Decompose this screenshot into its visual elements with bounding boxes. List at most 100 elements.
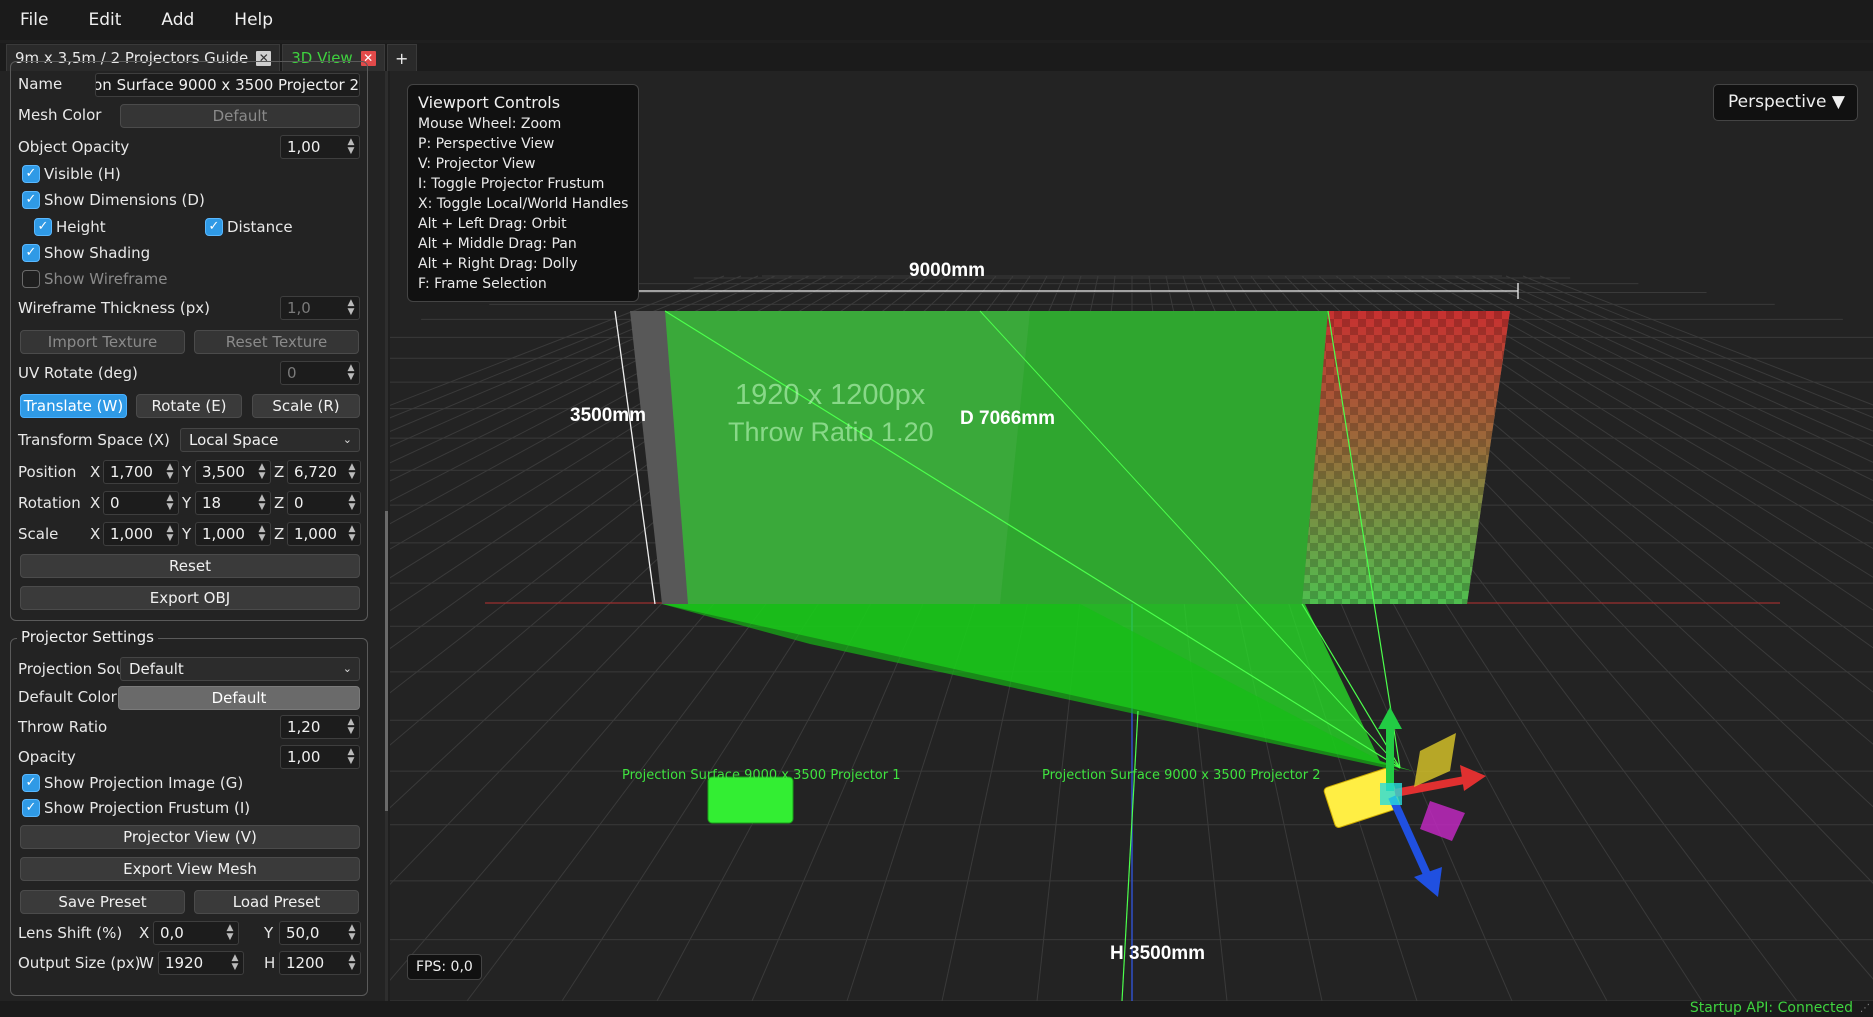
scale-button[interactable]: Scale (R) bbox=[252, 394, 360, 418]
spin-arrows-icon[interactable]: ▲ ▼ bbox=[347, 494, 357, 512]
projector-view-button[interactable]: Projector View (V) bbox=[20, 825, 360, 849]
scale-z-input[interactable]: 1,000 ▲ ▼ bbox=[287, 522, 361, 546]
show-projection-image-checkbox[interactable]: ✓ bbox=[22, 774, 40, 792]
mesh-color-button[interactable]: Default bbox=[120, 104, 360, 128]
distance-checkbox[interactable]: ✓ bbox=[205, 218, 223, 236]
spin-arrows-icon[interactable]: ▲ ▼ bbox=[165, 525, 175, 543]
projector-opacity-input[interactable]: 1,00 ▲ ▼ bbox=[280, 745, 360, 769]
spin-arrows-icon[interactable]: ▲ ▼ bbox=[257, 463, 267, 481]
projector-opacity-value: 1,00 bbox=[287, 748, 321, 766]
uv-rotate-input[interactable]: 0 ▲ ▼ bbox=[280, 361, 360, 385]
load-preset-button[interactable]: Load Preset bbox=[194, 890, 359, 914]
grid-line bbox=[1505, 275, 1873, 432]
projector-1-body[interactable] bbox=[707, 776, 794, 824]
spin-arrows-icon[interactable]: ▲ ▼ bbox=[346, 138, 356, 156]
spin-arrows-icon[interactable]: ▲ ▼ bbox=[230, 954, 240, 972]
spin-arrows-icon[interactable]: ▲ ▼ bbox=[165, 494, 175, 512]
spin-arrows-icon[interactable]: ▲ ▼ bbox=[225, 924, 235, 942]
export-obj-button[interactable]: Export OBJ bbox=[20, 586, 360, 610]
lens-shift-x-value: 0,0 bbox=[160, 924, 184, 942]
spin-arrows-icon[interactable]: ▲ ▼ bbox=[347, 525, 357, 543]
gizmo-x-axis[interactable] bbox=[1394, 775, 1471, 797]
output-h-label: H bbox=[264, 954, 276, 972]
resize-grip-icon[interactable]: ⋰ bbox=[1860, 1003, 1870, 1014]
rotation-z-input[interactable]: 0 ▲ ▼ bbox=[287, 491, 361, 515]
throw-ratio-label: Throw Ratio bbox=[18, 718, 108, 736]
show-dimensions-label: Show Dimensions (D) bbox=[44, 191, 205, 209]
output-height-input[interactable]: 1200 ▲ ▼ bbox=[279, 951, 361, 975]
reset-texture-button[interactable]: Reset Texture bbox=[194, 330, 359, 354]
spin-arrows-icon[interactable]: ▲ ▼ bbox=[346, 364, 356, 382]
scrollbar-thumb[interactable] bbox=[385, 511, 388, 811]
gizmo-xz-plane[interactable] bbox=[1420, 801, 1465, 841]
default-color-button[interactable]: Default bbox=[118, 686, 360, 710]
object-opacity-value: 1,00 bbox=[287, 138, 321, 156]
perspective-dropdown[interactable]: Perspective ▼ bbox=[1713, 84, 1858, 121]
position-y-input[interactable]: 3,500 ▲ ▼ bbox=[195, 460, 271, 484]
spin-arrows-icon[interactable]: ▲ ▼ bbox=[347, 463, 357, 481]
menu-help[interactable]: Help bbox=[214, 0, 293, 40]
gizmo-y-arrow[interactable] bbox=[1378, 707, 1402, 729]
axis-x-label: X bbox=[90, 494, 101, 512]
output-w-label: W bbox=[139, 954, 154, 972]
name-input[interactable]: Projection Surface 9000 x 3500 Projector… bbox=[95, 73, 360, 97]
projection-source-dropdown[interactable]: Default ⌄ bbox=[120, 657, 360, 681]
default-color-label: Default Color bbox=[18, 688, 117, 706]
throw-ratio-input[interactable]: 1,20 ▲ ▼ bbox=[280, 715, 360, 739]
save-preset-button[interactable]: Save Preset bbox=[20, 890, 185, 914]
spin-arrows-icon[interactable]: ▲ ▼ bbox=[257, 494, 267, 512]
height-label: Height bbox=[56, 218, 106, 236]
output-width-input[interactable]: 1920 ▲ ▼ bbox=[158, 951, 244, 975]
control-hint: Alt + Middle Drag: Pan bbox=[418, 236, 577, 252]
properties-panel: Name Projection Surface 9000 x 3500 Proj… bbox=[0, 61, 388, 1001]
wire-thickness-input[interactable]: 1,0 ▲ ▼ bbox=[280, 296, 360, 320]
scale-x-input[interactable]: 1,000 ▲ ▼ bbox=[103, 522, 179, 546]
show-wireframe-checkbox[interactable] bbox=[22, 270, 40, 288]
spin-arrows-icon[interactable]: ▲ ▼ bbox=[347, 924, 357, 942]
scale-y-value: 1,000 bbox=[202, 525, 245, 543]
projected-image-overlap bbox=[1000, 311, 1328, 604]
menu-file[interactable]: File bbox=[0, 0, 68, 40]
reset-button[interactable]: Reset bbox=[20, 554, 360, 578]
show-projection-frustum-checkbox[interactable]: ✓ bbox=[22, 799, 40, 817]
transform-space-dropdown[interactable]: Local Space ⌄ bbox=[180, 428, 360, 452]
import-texture-button[interactable]: Import Texture bbox=[20, 330, 185, 354]
control-hint: X: Toggle Local/World Handles bbox=[418, 196, 629, 212]
projector-2-label[interactable]: Projection Surface 9000 x 3500 Projector… bbox=[1042, 768, 1321, 783]
projector-1-label[interactable]: Projection Surface 9000 x 3500 Projector… bbox=[622, 768, 901, 783]
chevron-down-icon: ⌄ bbox=[342, 662, 352, 675]
rotate-button[interactable]: Rotate (E) bbox=[136, 394, 242, 418]
gizmo-z-axis[interactable] bbox=[1388, 795, 1434, 883]
panel-scrollbar[interactable] bbox=[385, 71, 388, 1001]
add-tab-button[interactable]: + bbox=[386, 44, 417, 71]
projection-source-value: Default bbox=[129, 660, 184, 678]
rotation-x-input[interactable]: 0 ▲ ▼ bbox=[103, 491, 179, 515]
show-dimensions-checkbox[interactable]: ✓ bbox=[22, 191, 40, 209]
position-x-input[interactable]: 1,700 ▲ ▼ bbox=[103, 460, 179, 484]
translate-button[interactable]: Translate (W) bbox=[20, 394, 127, 418]
spin-arrows-icon[interactable]: ▲ ▼ bbox=[165, 463, 175, 481]
spin-arrows-icon[interactable]: ▲ ▼ bbox=[347, 954, 357, 972]
menu-add[interactable]: Add bbox=[141, 0, 214, 40]
height-checkbox[interactable]: ✓ bbox=[34, 218, 52, 236]
spin-arrows-icon[interactable]: ▲ ▼ bbox=[257, 525, 267, 543]
spin-arrows-icon[interactable]: ▲ ▼ bbox=[346, 299, 356, 317]
visible-checkbox[interactable]: ✓ bbox=[22, 165, 40, 183]
scale-x-value: 1,000 bbox=[110, 525, 153, 543]
menu-edit[interactable]: Edit bbox=[68, 0, 141, 40]
lens-shift-y-input[interactable]: 50,0 ▲ ▼ bbox=[279, 921, 361, 945]
spin-arrows-icon[interactable]: ▲ ▼ bbox=[346, 748, 356, 766]
gizmo-center[interactable] bbox=[1380, 783, 1402, 805]
spin-arrows-icon[interactable]: ▲ ▼ bbox=[346, 718, 356, 736]
lens-shift-x-input[interactable]: 0,0 ▲ ▼ bbox=[153, 921, 239, 945]
object-opacity-input[interactable]: 1,00 ▲ ▼ bbox=[280, 135, 360, 159]
show-shading-checkbox[interactable]: ✓ bbox=[22, 244, 40, 262]
scale-y-input[interactable]: 1,000 ▲ ▼ bbox=[195, 522, 271, 546]
position-z-input[interactable]: 6,720 ▲ ▼ bbox=[287, 460, 361, 484]
rotation-y-input[interactable]: 18 ▲ ▼ bbox=[195, 491, 271, 515]
surface-checker bbox=[1302, 311, 1510, 604]
axis-z-label: Z bbox=[274, 494, 285, 512]
show-projection-image-label: Show Projection Image (G) bbox=[44, 774, 244, 792]
export-view-mesh-button[interactable]: Export View Mesh bbox=[20, 857, 360, 881]
3d-viewport[interactable]: 9000mm 3500mm D 7066mm H 3500mm 1920 x 1… bbox=[390, 71, 1873, 1001]
